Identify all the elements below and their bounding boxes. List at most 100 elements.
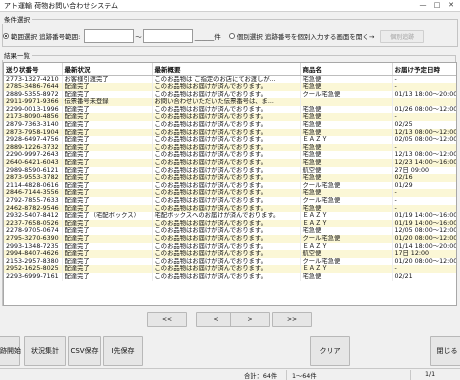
- table-cell: このお品物はお届けが済んでおります。: [152, 174, 301, 182]
- start-tracking-button[interactable]: 追跡開始: [0, 336, 21, 366]
- table-cell: 配達完了: [62, 105, 153, 114]
- table-cell: 配達完了: [62, 234, 153, 243]
- table-row[interactable]: 2153-2957-8380 配達完了 このお品物はお届けが済んでおります。 クール宅…: [4, 257, 456, 266]
- table-cell: 2153-2957-8380: [4, 257, 63, 266]
- table-row[interactable]: 2846-7144-3556 配達完了 このお品物はお届けが済んでおります。 宅急便 -: [4, 189, 456, 197]
- table-row[interactable]: 2293-6999-7161 配達完了 このお品物はお届けが済んでおります。 宅急便 0…: [4, 272, 456, 281]
- table-row[interactable]: 2889-5355-8972 配達完了 このお品物はお届けが済んでおります。 クール宅…: [4, 90, 456, 99]
- table-cell: 2873-9553-3782: [4, 174, 63, 182]
- table-cell: 配達完了: [62, 227, 153, 235]
- table-cell: このお品物はお届けが済んでおります。: [152, 121, 301, 129]
- table-cell: ＥＡＺＹ: [300, 212, 393, 220]
- table-row[interactable]: 2462-8782-9546 配達完了 このお品物はお届けが済んでおります。 宅急便 -: [4, 204, 456, 213]
- table-cell: 01/29: [392, 181, 456, 190]
- table-cell: このお品物はお届けが済んでおります。: [152, 257, 301, 266]
- table-row[interactable]: 2932-5407-8412 配達完了（宅配ボックス） 宅配ボックスへのお届けが済ん…: [4, 212, 456, 220]
- table-cell: 2462-8782-9546: [4, 204, 63, 213]
- range-select-label: 範囲選択 追跡番号範囲:: [11, 33, 81, 41]
- range-select-radio[interactable]: [3, 33, 9, 39]
- table-cell: 配達完了: [62, 272, 153, 281]
- results-grid[interactable]: 送り状番号 最新状況 最新概要 商品名 お届け予定日時 2773-1327-42…: [3, 62, 457, 306]
- range-to-input[interactable]: [142, 29, 193, 43]
- table-row[interactable]: 2290-9997-2643 配達完了 このお品物はお届けが済んでおります。 宅急便 1…: [4, 151, 456, 160]
- table-cell: 2785-3486-7644: [4, 83, 63, 91]
- table-cell: 2173-8090-4856: [4, 113, 63, 122]
- table-cell: 2237-7658-0526: [4, 219, 63, 228]
- table-row[interactable]: 2792-7855-7633 配達完了 このお品物はお届けが済んでおります。 クール宅…: [4, 197, 456, 205]
- next-page-button[interactable]: >: [230, 312, 270, 327]
- last-page-button[interactable]: >>: [272, 312, 312, 327]
- individual-select-label: 個別選択 追跡番号を個別入力する画面を開く→: [236, 33, 375, 41]
- table-cell: 2299-0013-1996: [4, 105, 63, 114]
- csv-save-button[interactable]: CSV保存: [68, 336, 101, 366]
- table-row[interactable]: 2785-3486-7644 配達完了 このお品物はお届けが済んでおります。 宅急便 -: [4, 83, 456, 91]
- table-row[interactable]: 2889-1226-3732 配達完了 このお品物はお届けが済んでおります。 宅急便 -: [4, 143, 456, 152]
- first-page-button[interactable]: <<: [147, 312, 187, 327]
- table-cell: [392, 98, 456, 106]
- table-cell: 宅急便: [300, 159, 393, 167]
- table-cell: 宅急便: [300, 227, 393, 235]
- table-row[interactable]: 2278-9705-0674 配達完了 このお品物はお届けが済んでおります。 宅急便 1…: [4, 227, 456, 235]
- table-row[interactable]: 2299-0013-1996 配達完了 このお品物はお届けが済んでおります。 宅急便 0…: [4, 105, 456, 114]
- individual-track-button[interactable]: 個別追跡: [380, 29, 425, 43]
- individual-select-radio[interactable]: [228, 33, 235, 39]
- table-row[interactable]: 2873-7958-1904 配達完了 このお品物はお届けが済んでおります。 宅急便 1…: [4, 128, 456, 137]
- table-row[interactable]: 2237-7658-0526 配達完了 このお品物はお届けが済んでおります。 ＥＡＺＹ…: [4, 219, 456, 228]
- column-header[interactable]: 送り状番号: [4, 63, 63, 76]
- table-row[interactable]: 2928-6497-4756 配達完了 このお品物はお届けが済んでおります。 ＥＡＺＹ…: [4, 136, 456, 144]
- table-cell: 宅急便: [300, 113, 393, 122]
- clear-button[interactable]: クリア: [310, 336, 350, 366]
- table-cell: 2278-9705-0674: [4, 227, 63, 235]
- status-bar: 合計：64件 1〜64件 1/1: [0, 368, 460, 380]
- column-header[interactable]: 商品名: [300, 63, 393, 76]
- table-row[interactable]: 2873-9553-3782 配達完了 このお品物はお届けが済んでおります。 宅急便 0…: [4, 174, 456, 182]
- table-row[interactable]: 2952-1625-8025 配達完了 このお品物はお届けが済んでおります。 ＥＡＺＹ…: [4, 265, 456, 273]
- table-cell: このお品物はお届けが済んでおります。: [152, 151, 301, 160]
- results-group-label: 結果一覧: [2, 50, 32, 60]
- table-row[interactable]: 2993-1348-7235 配達完了 このお品物はお届けが済んでおります。 ＥＡＺＹ…: [4, 242, 456, 251]
- window-title: アト運輸 荷物お問い合わせシステム: [4, 1, 119, 10]
- status-divider: [286, 370, 287, 380]
- table-cell: クール宅急便: [300, 90, 393, 99]
- close-icon[interactable]: ✕: [444, 1, 458, 9]
- table-cell: -: [392, 75, 456, 84]
- table-cell: 配達完了: [62, 242, 153, 251]
- table-cell: 2795-3270-6390: [4, 234, 63, 243]
- table-cell: 配達完了: [62, 83, 153, 91]
- table-cell: 2879-7363-3140: [4, 121, 63, 129]
- table-cell: 宅急便: [300, 174, 393, 182]
- range-from-input[interactable]: [84, 29, 135, 43]
- table-row[interactable]: 2911-9971-9366 伝票番号未登録 お問い合わせいただいた伝票番号は、ま.…: [4, 98, 456, 106]
- table-row[interactable]: 2173-8090-4856 配達完了 このお品物はお届けが済んでおります。 宅急便 -: [4, 113, 456, 122]
- table-cell: 配達完了: [62, 128, 153, 137]
- image-save-button[interactable]: I先保存: [103, 336, 143, 366]
- table-cell: 配達完了: [62, 219, 153, 228]
- table-row[interactable]: 2879-7363-3140 配達完了 このお品物はお届けが済んでおります。 宅急便 0…: [4, 121, 456, 129]
- close-button[interactable]: 閉じる: [430, 336, 460, 366]
- table-row[interactable]: 2640-6421-6043 配達完了 このお品物はお届けが済んでおります。 宅急便 1…: [4, 159, 456, 167]
- table-cell: 02/05 08:00〜12:00: [392, 136, 456, 144]
- table-cell: このお品物はお届けが済んでおります。: [152, 242, 301, 251]
- table-cell: -: [392, 189, 456, 197]
- table-cell: 配達完了: [62, 113, 153, 122]
- minimize-icon[interactable]: —: [416, 1, 430, 9]
- column-header[interactable]: 最新概要: [152, 63, 301, 76]
- table-row[interactable]: 2773-1327-4210 お客様引渡完了 このお品物は ご指定のお店にてお渡しが…: [4, 75, 456, 84]
- table-cell: 宅急便: [300, 105, 393, 114]
- table-cell: クール宅急便: [300, 234, 393, 243]
- table-row[interactable]: 2989-8590-6121 配達完了 このお品物はお届けが済んでおります。 航空便 2…: [4, 166, 456, 175]
- column-header[interactable]: お届け予定日時: [392, 63, 456, 76]
- table-row[interactable]: 2114-4828-0616 配達完了 このお品物はお届けが済んでおります。 クール宅…: [4, 181, 456, 190]
- results-group: 送り状番号 最新状況 最新概要 商品名 お届け予定日時 2773-1327-42…: [2, 55, 457, 306]
- status-summary-button[interactable]: 状況集計: [24, 336, 66, 366]
- table-cell: 配達完了: [62, 265, 153, 273]
- column-header[interactable]: 最新状況: [62, 63, 153, 76]
- table-cell: このお品物はお届けが済んでおります。: [152, 83, 301, 91]
- table-cell: クール宅急便: [300, 181, 393, 190]
- table-row[interactable]: 2994-8407-4626 配達完了 このお品物はお届けが済んでおります。 航空便 1…: [4, 250, 456, 258]
- table-cell: このお品物はお届けが済んでおります。: [152, 181, 301, 190]
- maximize-icon[interactable]: □: [430, 1, 444, 9]
- table-cell: 02/25: [392, 121, 456, 129]
- title-bar: アト運輸 荷物お問い合わせシステム — □ ✕: [0, 0, 460, 12]
- table-row[interactable]: 2795-3270-6390 配達完了 このお品物はお届けが済んでおります。 クール宅…: [4, 234, 456, 243]
